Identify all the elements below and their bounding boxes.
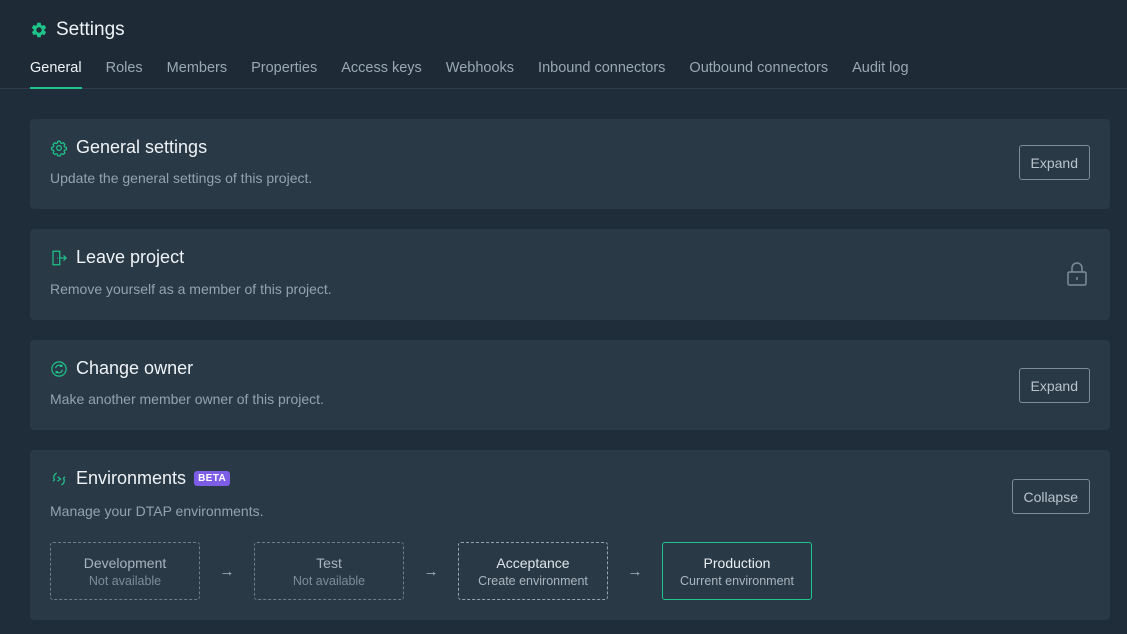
settings-header: Settings General Roles Members Propertie… [0, 0, 1127, 89]
tab-outbound-connectors[interactable]: Outbound connectors [689, 58, 828, 89]
card-header: Environments BETA [50, 468, 231, 489]
lock-icon [1066, 261, 1088, 287]
tab-roles[interactable]: Roles [106, 58, 143, 89]
expand-general-button[interactable]: Expand [1018, 145, 1090, 180]
card-header: General settings [50, 137, 207, 158]
card-header: Leave project [50, 247, 184, 268]
card-header: Change owner [50, 358, 193, 379]
environment-pipeline: Development Not available → Test Not ava… [50, 542, 812, 600]
arrow-right-icon: → [219, 562, 235, 580]
env-name: Acceptance [496, 554, 570, 571]
tab-properties[interactable]: Properties [251, 58, 317, 89]
arrow-right-icon: → [423, 562, 439, 580]
collapse-environments-button[interactable]: Collapse [1011, 479, 1090, 514]
environments-icon [50, 470, 68, 488]
env-name: Production [703, 554, 771, 571]
environments-card: Environments BETA Manage your DTAP envir… [30, 450, 1110, 620]
card-description: Manage your DTAP environments. [50, 503, 264, 519]
tab-webhooks[interactable]: Webhooks [446, 58, 514, 89]
settings-tabs: General Roles Members Properties Access … [30, 58, 909, 89]
env-status: Current environment [680, 573, 794, 588]
tab-inbound-connectors[interactable]: Inbound connectors [538, 58, 665, 89]
env-status: Not available [292, 573, 366, 588]
tab-general[interactable]: General [30, 58, 82, 89]
card-description: Make another member owner of this projec… [50, 391, 324, 407]
general-settings-card: General settings Update the general sett… [30, 119, 1110, 209]
card-title: Leave project [76, 247, 185, 267]
card-description: Remove yourself as a member of this proj… [50, 281, 332, 297]
card-title: Environments [76, 468, 187, 488]
card-title: Change owner [76, 358, 194, 378]
beta-badge: BETA [194, 471, 231, 486]
env-test: Test Not available [254, 542, 404, 600]
leave-project-card: Leave project Remove yourself as a membe… [30, 229, 1110, 320]
page-title: Settings [56, 19, 125, 40]
tab-access-keys[interactable]: Access keys [341, 58, 422, 89]
page-title-row: Settings [30, 18, 125, 42]
card-description: Update the general settings of this proj… [50, 170, 313, 186]
card-title: General settings [76, 137, 208, 157]
swap-circle-icon [50, 360, 68, 378]
env-status: Not available [88, 573, 162, 588]
tab-audit-log[interactable]: Audit log [852, 58, 908, 89]
env-acceptance[interactable]: Acceptance Create environment [458, 542, 608, 600]
env-production: Production Current environment [662, 542, 812, 600]
env-name: Test [316, 554, 342, 571]
expand-owner-button[interactable]: Expand [1018, 368, 1090, 403]
env-name: Development [83, 554, 167, 571]
arrow-right-icon: → [627, 562, 643, 580]
gear-icon [30, 21, 48, 39]
exit-door-icon [50, 249, 68, 267]
change-owner-card: Change owner Make another member owner o… [30, 340, 1110, 430]
gear-outline-icon [50, 139, 68, 157]
env-status: Create environment [478, 573, 588, 588]
tab-members[interactable]: Members [167, 58, 227, 89]
env-development: Development Not available [50, 542, 200, 600]
